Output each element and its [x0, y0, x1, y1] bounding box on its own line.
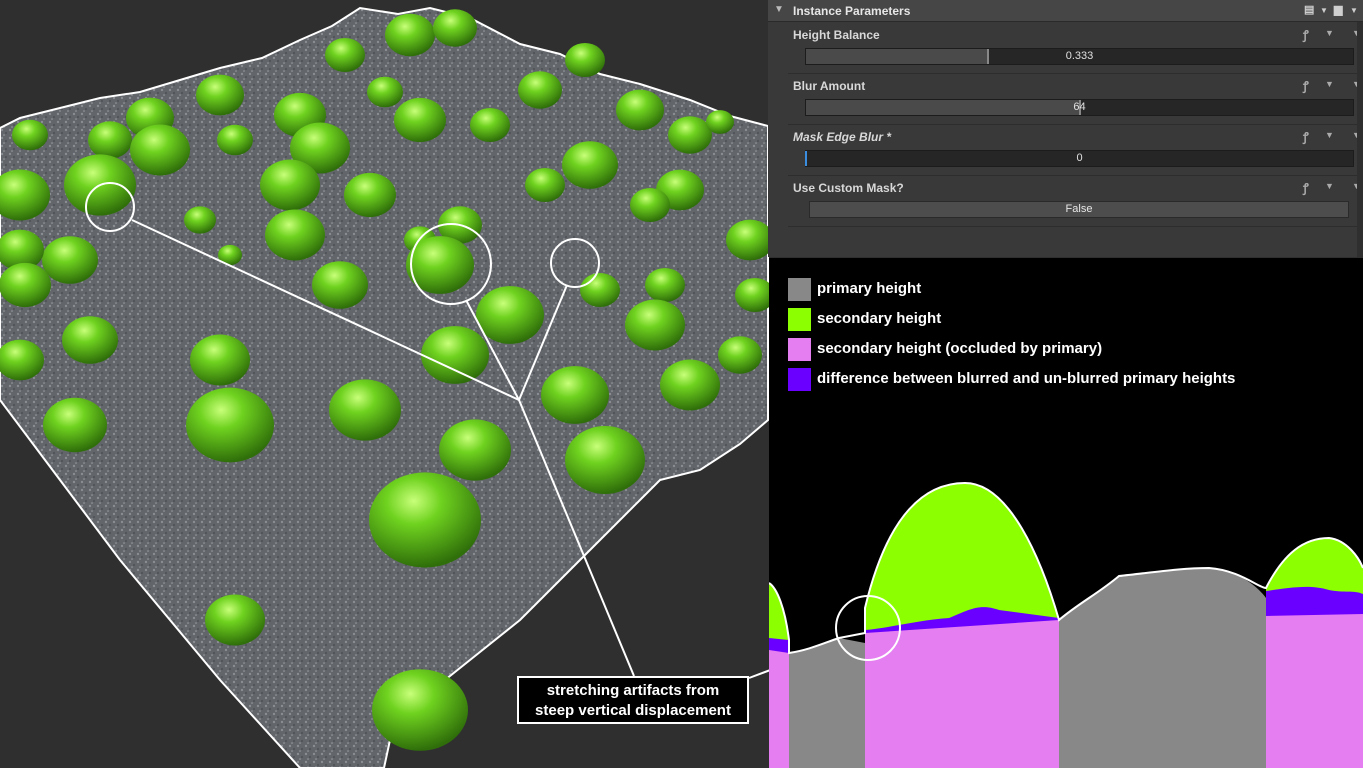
moss-blob: [325, 38, 365, 72]
mask-edge-blur-slider[interactable]: 0: [805, 150, 1354, 167]
instance-parameters-panel: ▼ Instance Parameters ▤ ▼ ▆ ▼ Height Bal…: [768, 0, 1363, 257]
height-balance-slider[interactable]: 0.333: [805, 48, 1354, 65]
moss-blob: [372, 669, 468, 751]
panel-header[interactable]: ▼ Instance Parameters ▤ ▼ ▆ ▼: [768, 0, 1363, 22]
moss-blob: [88, 121, 132, 159]
moss-blob: [562, 141, 618, 189]
moss-blob: [518, 71, 562, 109]
moss-blob: [329, 379, 401, 441]
moss-blob: [565, 426, 645, 494]
moss-blob: [260, 159, 320, 211]
moss-blob: [470, 108, 510, 142]
param-mask-edge-blur: Mask Edge Blur * ꝭ ▼ ▼ 0: [788, 124, 1363, 176]
param-height-balance: Height Balance ꝭ ▼ ▼ 0.333: [788, 22, 1363, 74]
moss-blob: [726, 219, 774, 261]
moss-blob: [184, 206, 216, 234]
moss-blob: [312, 261, 368, 309]
slider-value: 0: [1076, 152, 1083, 164]
moss-blob: [217, 124, 253, 156]
moss-blob: [580, 273, 620, 307]
moss-blob: [706, 110, 734, 134]
slider-value: 64: [1073, 101, 1086, 113]
height-profile-graphic: [769, 481, 1363, 768]
use-custom-mask-toggle[interactable]: False: [809, 201, 1349, 218]
param-use-custom-mask: Use Custom Mask? ꝭ ▼ ▼ False: [788, 175, 1363, 227]
moss-blob: [616, 89, 664, 131]
chevron-down-icon[interactable]: ▼: [1325, 181, 1334, 191]
legend-label: difference between blurred and un-blurre…: [817, 370, 1236, 387]
legend-label: primary height: [817, 280, 922, 297]
collapse-triangle-icon[interactable]: ▼: [774, 4, 784, 15]
moss-blob: [205, 594, 265, 646]
legend-label: secondary height (occluded by primary): [817, 340, 1103, 357]
blur-amount-slider[interactable]: 64: [805, 99, 1354, 116]
moss-blob: [433, 9, 477, 47]
moss-blob: [190, 334, 250, 386]
page-icon[interactable]: ▤: [1304, 3, 1314, 16]
legend-swatch: [788, 308, 811, 331]
moss-blob: [660, 359, 720, 411]
panel-title: Instance Parameters: [793, 4, 911, 18]
moss-blob: [439, 419, 511, 481]
callout-line-1: stretching artifacts from: [546, 682, 720, 699]
moss-blob: [476, 286, 544, 344]
link-icon[interactable]: ꝭ: [1303, 77, 1309, 94]
moss-blob: [344, 172, 396, 218]
chevron-down-icon[interactable]: ▼: [1325, 28, 1334, 38]
chevron-down-icon[interactable]: ▼: [1350, 6, 1358, 15]
moss-blob: [625, 299, 685, 351]
chevron-down-icon[interactable]: ▼: [1325, 79, 1334, 89]
height-diagram: primary height secondary height secondar…: [769, 258, 1363, 768]
param-label: Blur Amount: [793, 79, 866, 93]
moss-blob: [196, 74, 244, 116]
legend-swatch: [788, 338, 811, 361]
legend-swatch: [788, 278, 811, 301]
moss-blob: [369, 472, 481, 568]
moss-blob: [385, 13, 435, 57]
moss-blob: [186, 387, 274, 463]
chevron-down-icon[interactable]: ▼: [1325, 130, 1334, 140]
moss-blob: [630, 188, 670, 222]
moss-blob: [12, 119, 48, 151]
callout-label: stretching artifacts from steep vertical…: [517, 676, 749, 724]
moss-blob: [525, 168, 565, 202]
link-icon[interactable]: ꝭ: [1303, 128, 1309, 145]
moss-blob: [43, 397, 107, 453]
param-label: Mask Edge Blur *: [793, 130, 892, 144]
moss-blob: [62, 316, 118, 364]
moss-blob: [42, 236, 98, 284]
moss-blob: [265, 209, 325, 261]
moss-blob: [668, 116, 712, 154]
moss-blob: [645, 268, 685, 302]
moss-blob: [394, 97, 446, 143]
param-label: Height Balance: [793, 28, 880, 42]
link-icon[interactable]: ꝭ: [1303, 179, 1309, 196]
link-icon[interactable]: ꝭ: [1303, 26, 1309, 43]
moss-blob: [0, 262, 51, 308]
moss-blob: [367, 76, 403, 108]
moss-blob: [421, 326, 489, 384]
moss-blob: [565, 43, 605, 77]
param-blur-amount: Blur Amount ꝭ ▼ ▼ 64: [788, 73, 1363, 125]
legend-label: secondary height: [817, 310, 942, 327]
moss-blob: [130, 124, 190, 176]
legend-swatch: [788, 368, 811, 391]
panel-scrollbar[interactable]: [1357, 22, 1363, 257]
chevron-down-icon[interactable]: ▼: [1320, 6, 1328, 15]
param-label: Use Custom Mask?: [793, 181, 904, 195]
moss-blob: [541, 366, 609, 424]
file-icon[interactable]: ▆: [1334, 3, 1342, 16]
moss-blob: [718, 336, 762, 374]
slider-value: 0.333: [1065, 50, 1094, 62]
callout-line-2: steep vertical displacement: [535, 702, 731, 719]
